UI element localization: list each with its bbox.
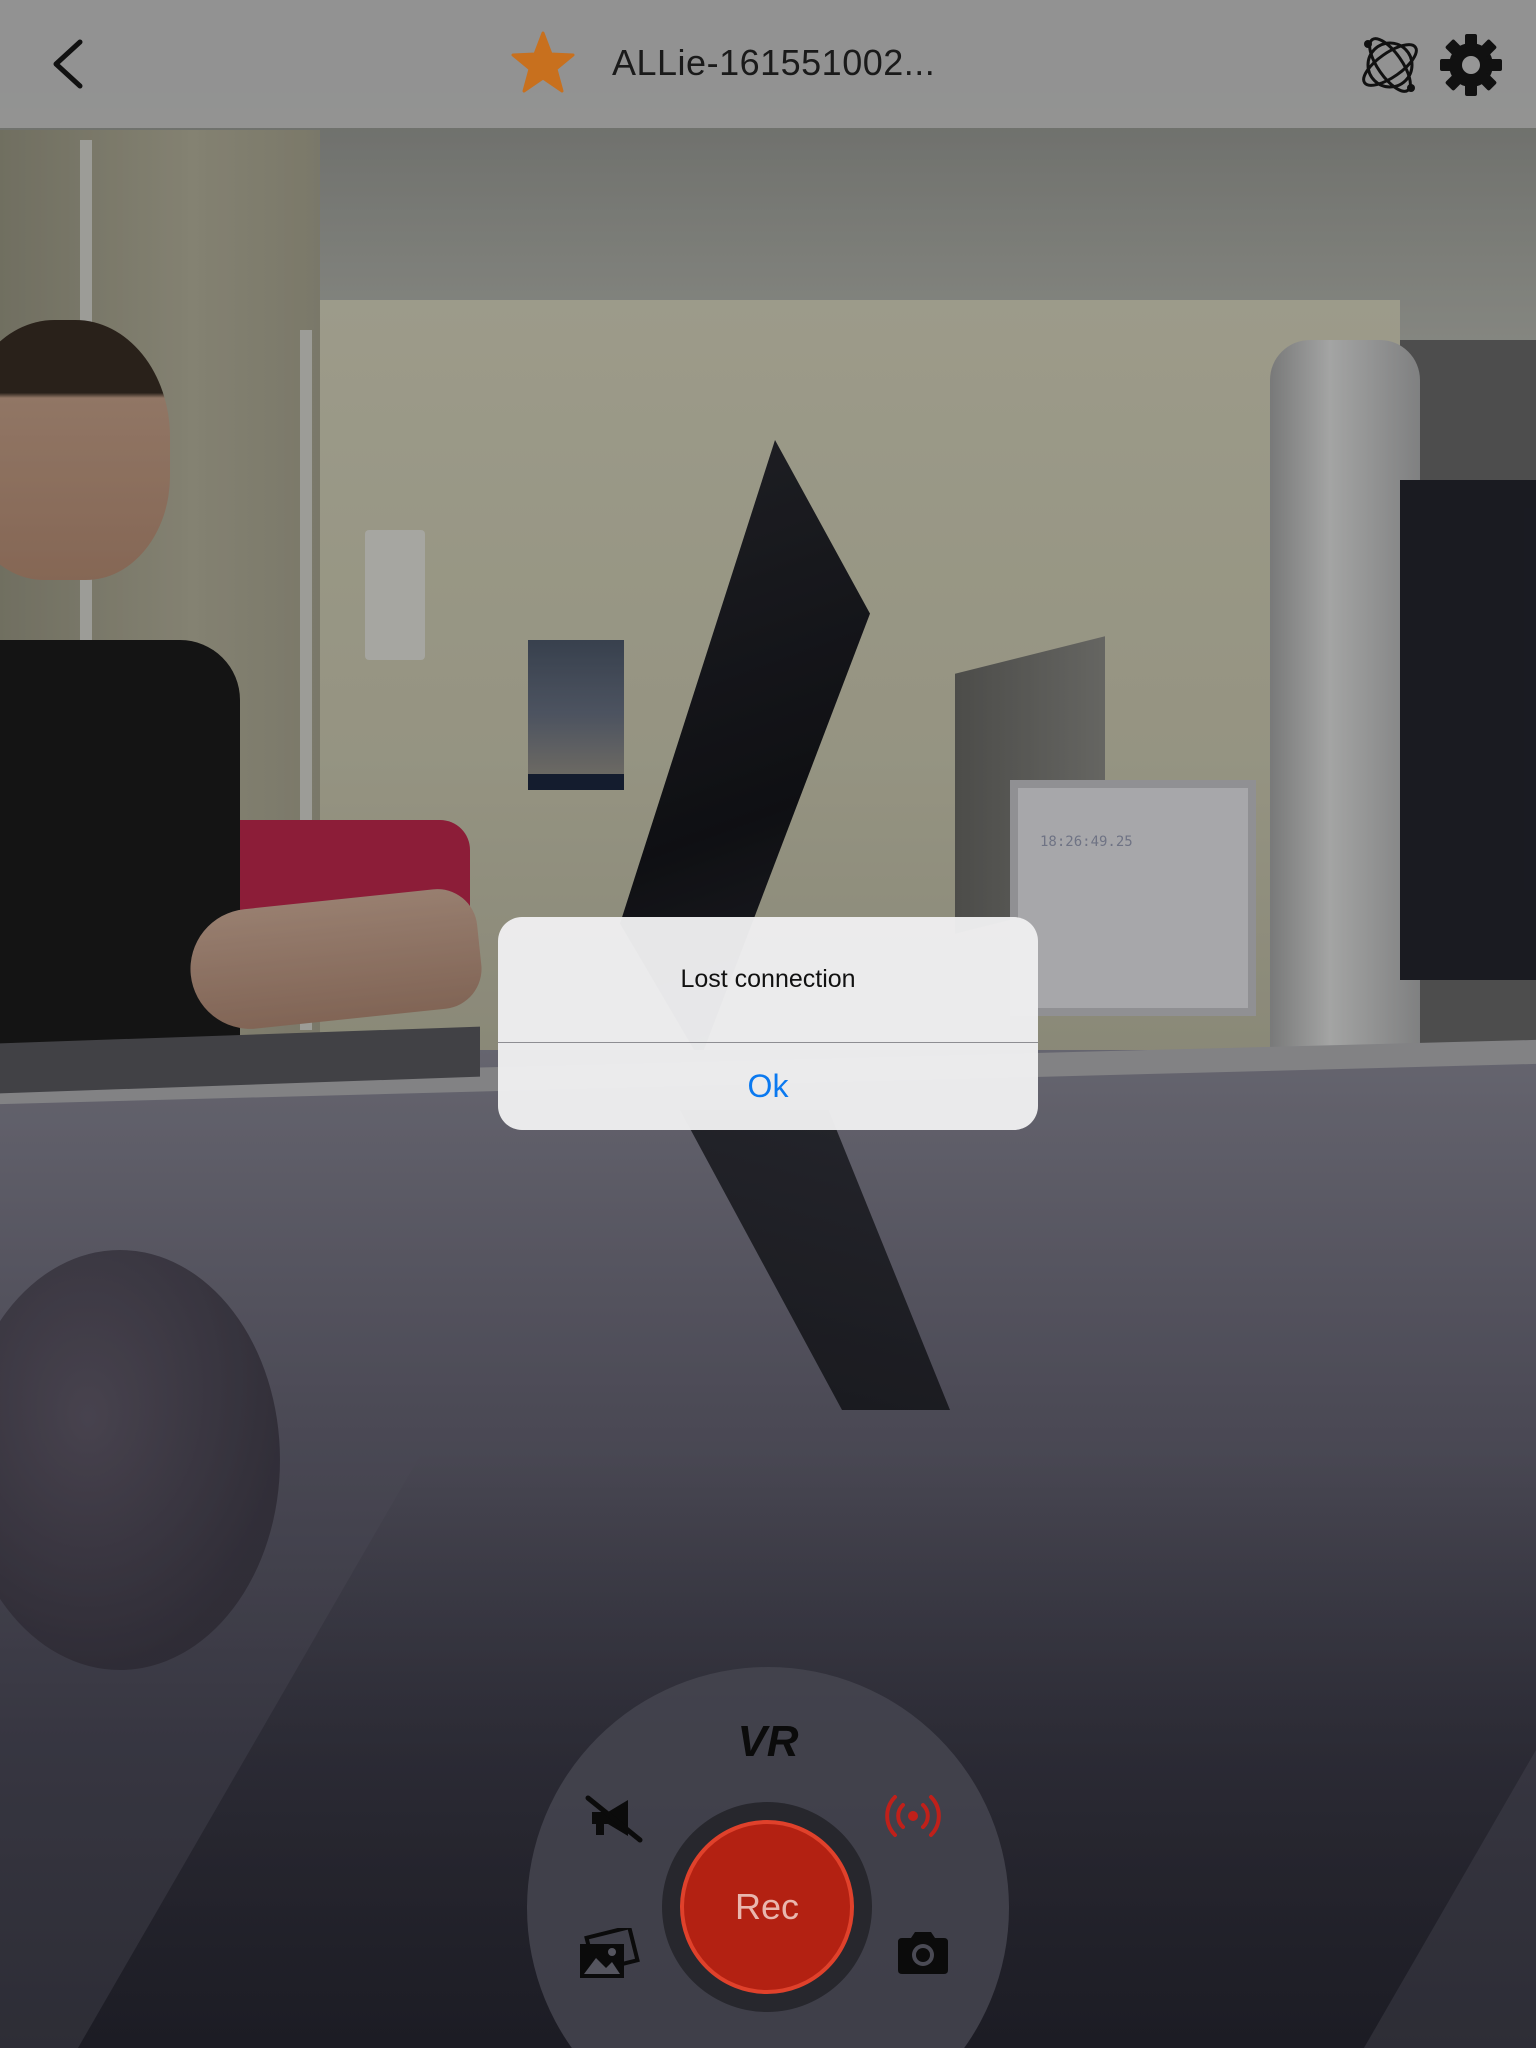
megaphone-muted-icon[interactable] [582, 1790, 646, 1846]
star-icon[interactable] [510, 30, 576, 96]
camera-icon[interactable] [894, 1928, 952, 1976]
vr-mode-button[interactable]: VR [700, 1712, 836, 1772]
alert-message: Lost connection [680, 965, 856, 993]
orbit-globe-icon[interactable] [1355, 30, 1425, 100]
device-title: ALLie-161551002... [612, 42, 936, 83]
chevron-left-icon [53, 39, 83, 89]
record-button[interactable]: Rec [680, 1820, 854, 1994]
lost-connection-alert: Lost connection Ok [498, 917, 1038, 1130]
record-label: Rec [734, 1886, 800, 1927]
live-broadcast-icon[interactable] [884, 1790, 942, 1842]
top-bar: ALLie-161551002... [0, 0, 1536, 128]
ok-button[interactable]: Ok [498, 1043, 1038, 1130]
app-screen: ALLie-161551002... Lost con [0, 0, 1536, 2048]
gear-icon[interactable] [1438, 32, 1504, 98]
gallery-icon[interactable] [576, 1928, 640, 1982]
back-button[interactable] [36, 28, 100, 100]
